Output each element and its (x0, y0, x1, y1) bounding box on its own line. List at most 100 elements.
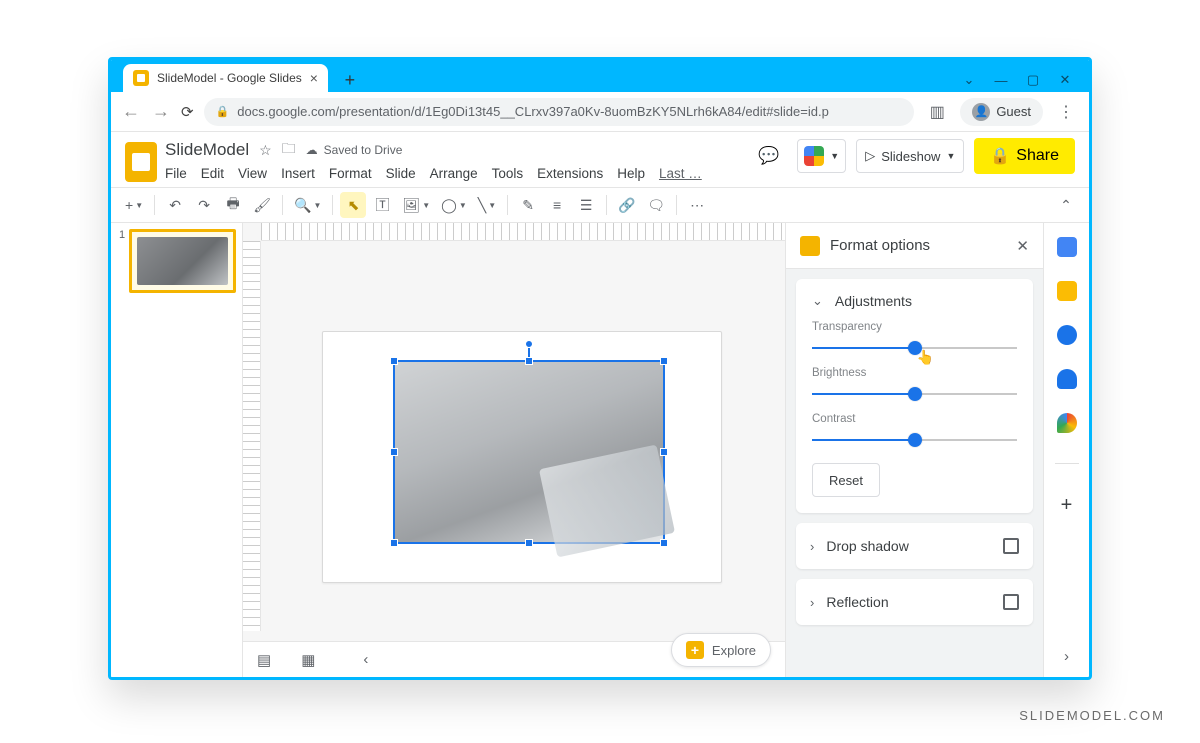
close-window-icon[interactable]: ✕ (1059, 74, 1071, 86)
menu-format[interactable]: Format (329, 166, 372, 181)
link-icon[interactable]: 🔗 (614, 192, 640, 218)
new-tab-button[interactable]: + (338, 68, 362, 92)
kebab-menu-icon[interactable]: ⋮ (1053, 99, 1079, 125)
browser-tab[interactable]: SlideModel - Google Slides × (123, 64, 328, 92)
addons-plus-icon[interactable]: + (1061, 494, 1073, 517)
adjustments-card: ⌄ Adjustments Transparency 👆 Brightness … (796, 279, 1033, 513)
hide-side-panel-icon[interactable]: › (1064, 648, 1069, 665)
transparency-slider[interactable]: 👆 (812, 341, 1017, 355)
format-options-panel: Format options ✕ ⌄ Adjustments Transpare… (785, 223, 1043, 677)
more-icon[interactable]: ⋯ (684, 192, 710, 218)
reflection-checkbox[interactable] (1003, 594, 1019, 610)
canvas-area: Explore ▤ ▦ ‹ (243, 223, 785, 677)
shape-tool-icon[interactable]: ◯▼ (437, 192, 471, 218)
selected-image[interactable] (393, 360, 665, 544)
toolbar: +▼ ↶ ↷ 🖶 🖌 🔍▼ ⬉ 🅃 🖼▼ ◯▼ ╲▼ ✎ ≡ ☰ 🔗 🗨 ⋯ ⌃ (111, 187, 1089, 223)
contrast-label: Contrast (812, 413, 1017, 425)
resize-handle[interactable] (390, 357, 398, 365)
resize-handle[interactable] (660, 357, 668, 365)
resize-handle[interactable] (525, 539, 533, 547)
comments-icon[interactable]: 💬 (750, 139, 787, 173)
branding-watermark: SLIDEMODEL.COM (1019, 708, 1165, 723)
calendar-app-icon[interactable] (1057, 237, 1077, 257)
chevron-down-icon[interactable]: ⌄ (963, 74, 975, 86)
border-weight-icon[interactable]: ≡ (544, 192, 570, 218)
paint-format-icon[interactable]: 🖌 (249, 192, 275, 218)
redo-icon[interactable]: ↷ (191, 192, 217, 218)
doc-title[interactable]: SlideModel (165, 140, 249, 160)
textbox-tool-icon[interactable]: 🅃 (369, 192, 395, 218)
profile-chip[interactable]: 👤 Guest (960, 98, 1043, 126)
meet-icon (804, 146, 824, 166)
rotate-handle[interactable] (525, 340, 533, 348)
resize-handle[interactable] (525, 357, 533, 365)
window-controls: ⌄ — ▢ ✕ (963, 74, 1081, 92)
undo-icon[interactable]: ↶ (162, 192, 188, 218)
menu-extensions[interactable]: Extensions (537, 166, 603, 181)
close-panel-icon[interactable]: ✕ (1016, 237, 1029, 255)
speaker-notes-toggle-icon[interactable]: ‹ (363, 651, 368, 668)
explore-button[interactable]: Explore (671, 633, 771, 667)
resize-handle[interactable] (390, 448, 398, 456)
contrast-slider[interactable] (812, 433, 1017, 447)
maximize-icon[interactable]: ▢ (1027, 74, 1039, 86)
border-dash-icon[interactable]: ☰ (573, 192, 599, 218)
border-color-icon[interactable]: ✎ (515, 192, 541, 218)
grid-view-icon[interactable]: ▦ (301, 651, 315, 669)
canvas[interactable] (243, 241, 785, 641)
slides-logo-icon[interactable] (125, 142, 157, 182)
menu-arrange[interactable]: Arrange (430, 166, 478, 181)
drop-shadow-section[interactable]: › Drop shadow (796, 523, 1033, 569)
reset-button[interactable]: Reset (812, 463, 880, 497)
move-folder-icon[interactable]: 🗀 (282, 138, 296, 162)
menu-view[interactable]: View (238, 166, 267, 181)
brightness-slider[interactable] (812, 387, 1017, 401)
tasks-app-icon[interactable] (1057, 325, 1077, 345)
menu-insert[interactable]: Insert (281, 166, 315, 181)
minimize-icon[interactable]: — (995, 74, 1007, 86)
star-icon[interactable]: ☆ (259, 142, 272, 159)
workspace: 1 (111, 223, 1089, 677)
slide-panel[interactable]: 1 (111, 223, 243, 677)
filmstrip-view-icon[interactable]: ▤ (257, 651, 271, 669)
line-tool-icon[interactable]: ╲▼ (474, 192, 500, 218)
menu-edit[interactable]: Edit (201, 166, 224, 181)
menu-last-edit[interactable]: Last … (659, 166, 702, 181)
meet-button[interactable]: ▼ (797, 139, 846, 173)
zoom-icon[interactable]: 🔍▼ (290, 192, 325, 218)
menu-file[interactable]: File (165, 166, 187, 181)
print-icon[interactable]: 🖶 (220, 192, 246, 218)
reload-icon[interactable]: ⟳ (181, 103, 194, 121)
comment-add-icon[interactable]: 🗨 (643, 192, 669, 218)
close-tab-icon[interactable]: × (310, 70, 318, 86)
menu-tools[interactable]: Tools (492, 166, 524, 181)
resize-handle[interactable] (660, 539, 668, 547)
nav-forward-icon[interactable]: → (151, 101, 171, 122)
url-field[interactable]: 🔒 docs.google.com/presentation/d/1Eg0Di1… (204, 98, 915, 126)
drop-shadow-checkbox[interactable] (1003, 538, 1019, 554)
titlebar: SlideModel - Google Slides × + ⌄ — ▢ ✕ (111, 60, 1089, 92)
reflection-section[interactable]: › Reflection (796, 579, 1033, 625)
nav-back-icon[interactable]: ← (121, 101, 141, 122)
format-panel-title: Format options (830, 237, 930, 254)
slideshow-button[interactable]: ▷Slideshow▼ (856, 139, 964, 173)
panel-toggle-icon[interactable]: ▥ (924, 99, 950, 125)
share-button[interactable]: 🔒Share (974, 138, 1075, 174)
contacts-app-icon[interactable] (1057, 369, 1077, 389)
explore-label: Explore (712, 643, 756, 658)
slide[interactable] (322, 331, 722, 583)
menu-slide[interactable]: Slide (386, 166, 416, 181)
menu-help[interactable]: Help (617, 166, 645, 181)
maps-app-icon[interactable] (1057, 413, 1077, 433)
keep-app-icon[interactable] (1057, 281, 1077, 301)
resize-handle[interactable] (390, 539, 398, 547)
adjustments-header[interactable]: ⌄ Adjustments (812, 293, 1017, 309)
chevron-right-icon: › (810, 539, 814, 554)
collapse-toolbar-icon[interactable]: ⌃ (1053, 192, 1079, 218)
image-tool-icon[interactable]: 🖼▼ (398, 192, 434, 218)
new-slide-button[interactable]: +▼ (121, 192, 147, 218)
browser-window: SlideModel - Google Slides × + ⌄ — ▢ ✕ ←… (108, 57, 1092, 680)
select-tool-icon[interactable]: ⬉ (340, 192, 366, 218)
slide-thumbnail[interactable] (129, 229, 236, 293)
resize-handle[interactable] (660, 448, 668, 456)
